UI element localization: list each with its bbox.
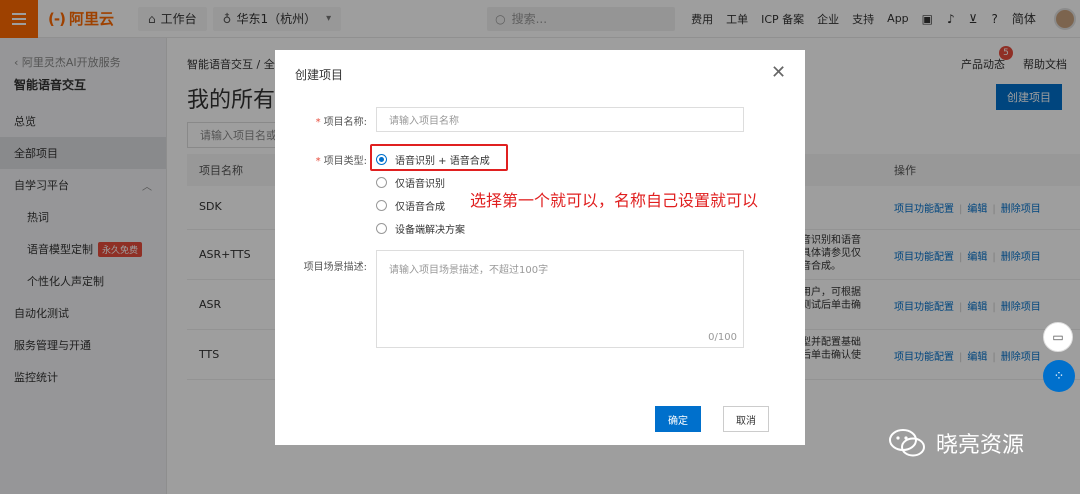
wechat-icon: [889, 429, 925, 457]
type-label: * 项目类型:: [315, 156, 367, 167]
description-textarea[interactable]: 请输入项目场景描述，不超过100字 0/100: [376, 250, 744, 348]
radio[interactable]: [376, 200, 387, 211]
dialog-title: 创建项目: [295, 68, 344, 82]
name-label: * 项目名称:: [315, 117, 367, 128]
type-option-asr[interactable]: 仅语音识别: [376, 175, 445, 190]
highlight-box: [370, 144, 508, 171]
type-option-device[interactable]: 设备端解决方案: [376, 221, 465, 236]
close-icon[interactable]: ✕: [771, 62, 786, 83]
desc-label: 项目场景描述:: [303, 262, 367, 273]
apps-icon[interactable]: ⁘: [1043, 360, 1075, 392]
desc-placeholder: 请输入项目场景描述，不超过100字: [389, 265, 549, 276]
type-option-tts[interactable]: 仅语音合成: [376, 198, 445, 213]
create-project-dialog: 创建项目 ✕ * 项目名称: 请输入项目名称 * 项目类型: 语音识别 + 语音合成…: [275, 50, 805, 445]
ok-button[interactable]: 确定: [655, 406, 701, 432]
cancel-button[interactable]: 取消: [723, 406, 769, 432]
annotation-text: 选择第一个就可以，名称自己设置就可以: [470, 191, 759, 210]
project-name-input[interactable]: 请输入项目名称: [376, 107, 744, 132]
watermark-text: 晓亮资源: [936, 433, 1025, 458]
chat-icon[interactable]: ▭: [1043, 322, 1073, 352]
radio[interactable]: [376, 223, 387, 234]
watermark: 晓亮资源: [888, 427, 1024, 459]
radio[interactable]: [376, 177, 387, 188]
char-count: 0/100: [708, 332, 737, 343]
